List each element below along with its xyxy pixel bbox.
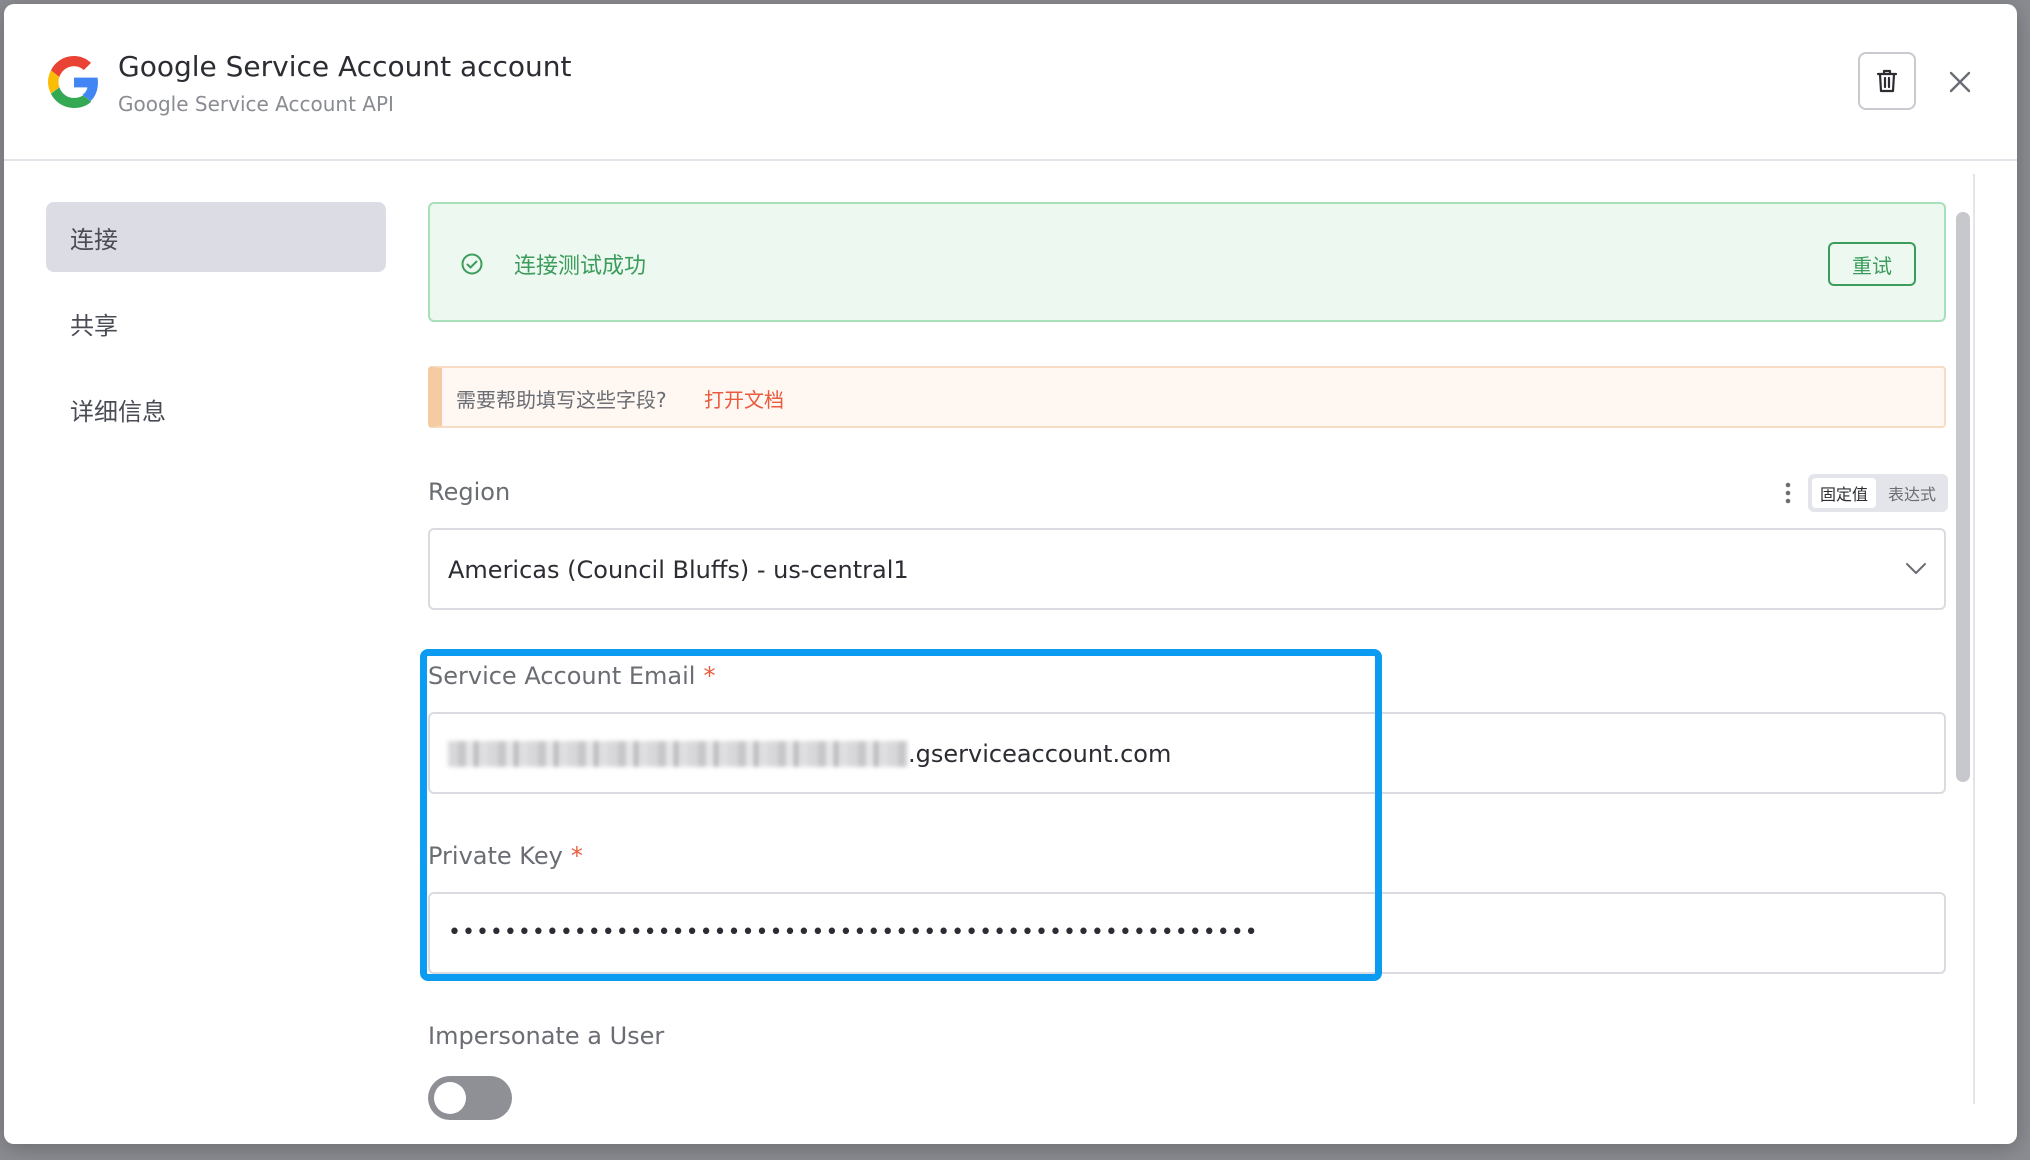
chevron-down-icon xyxy=(1906,563,1926,574)
open-docs-link[interactable]: 打开文档 xyxy=(704,384,784,413)
sidebar-item-label: 连接 xyxy=(70,225,118,254)
status-message: 连接测试成功 xyxy=(514,254,647,279)
required-marker: * xyxy=(570,842,583,870)
check-circle-icon xyxy=(461,253,483,275)
private-key-label: Private Key * xyxy=(428,842,583,870)
service-account-email-field[interactable]: .gserviceaccount.com xyxy=(428,712,1946,794)
redacted-text xyxy=(448,741,908,767)
email-label-text: Service Account Email xyxy=(428,662,696,690)
close-icon[interactable] xyxy=(1946,68,1974,96)
dialog-subtitle: Google Service Account API xyxy=(118,92,394,116)
toggle-knob xyxy=(434,1082,466,1114)
impersonate-toggle[interactable] xyxy=(428,1076,512,1120)
mode-fixed-option[interactable]: 固定值 xyxy=(1812,478,1876,508)
impersonate-label: Impersonate a User xyxy=(428,1022,665,1050)
email-label: Service Account Email * xyxy=(428,662,715,690)
required-marker: * xyxy=(703,662,716,690)
delete-button[interactable] xyxy=(1858,52,1916,110)
sidebar-item-details[interactable]: 详细信息 xyxy=(46,374,386,444)
sidebar-item-label: 详细信息 xyxy=(70,397,166,426)
google-logo xyxy=(48,56,98,108)
sidebar-item-sharing[interactable]: 共享 xyxy=(46,288,386,358)
kebab-menu-icon[interactable] xyxy=(1780,480,1796,506)
private-key-field[interactable]: ••••••••••••••••••••••••••••••••••••••••… xyxy=(428,892,1946,974)
region-label: Region xyxy=(428,478,511,506)
trash-icon xyxy=(1876,69,1898,93)
region-select[interactable]: Americas (Council Bluffs) - us-central1 xyxy=(428,528,1946,610)
help-notice: 需要帮助填写这些字段? 打开文档 xyxy=(428,366,1946,428)
help-text: 需要帮助填写这些字段? xyxy=(456,388,667,412)
sidebar-item-label: 共享 xyxy=(70,311,118,340)
connection-status-banner: 连接测试成功 重试 xyxy=(428,202,1946,322)
credential-modal: Google Service Account account Google Se… xyxy=(4,4,2017,1144)
retry-button[interactable]: 重试 xyxy=(1828,242,1916,286)
dialog-title: Google Service Account account xyxy=(118,50,572,83)
email-value: .gserviceaccount.com xyxy=(448,740,1171,768)
region-select-value: Americas (Council Bluffs) - us-central1 xyxy=(448,556,909,584)
mode-expression-option[interactable]: 表达式 xyxy=(1880,478,1944,508)
modal-header: Google Service Account account Google Se… xyxy=(4,4,2017,161)
private-key-value: ••••••••••••••••••••••••••••••••••••••••… xyxy=(448,920,1259,945)
scrollbar-divider xyxy=(1973,174,1975,1104)
private-key-label-text: Private Key xyxy=(428,842,563,870)
email-domain: .gserviceaccount.com xyxy=(908,740,1172,768)
sidebar-item-connection[interactable]: 连接 xyxy=(46,202,386,272)
value-mode-toggle: 固定值 表达式 xyxy=(1808,474,1948,512)
scrollbar-thumb[interactable] xyxy=(1956,212,1970,782)
